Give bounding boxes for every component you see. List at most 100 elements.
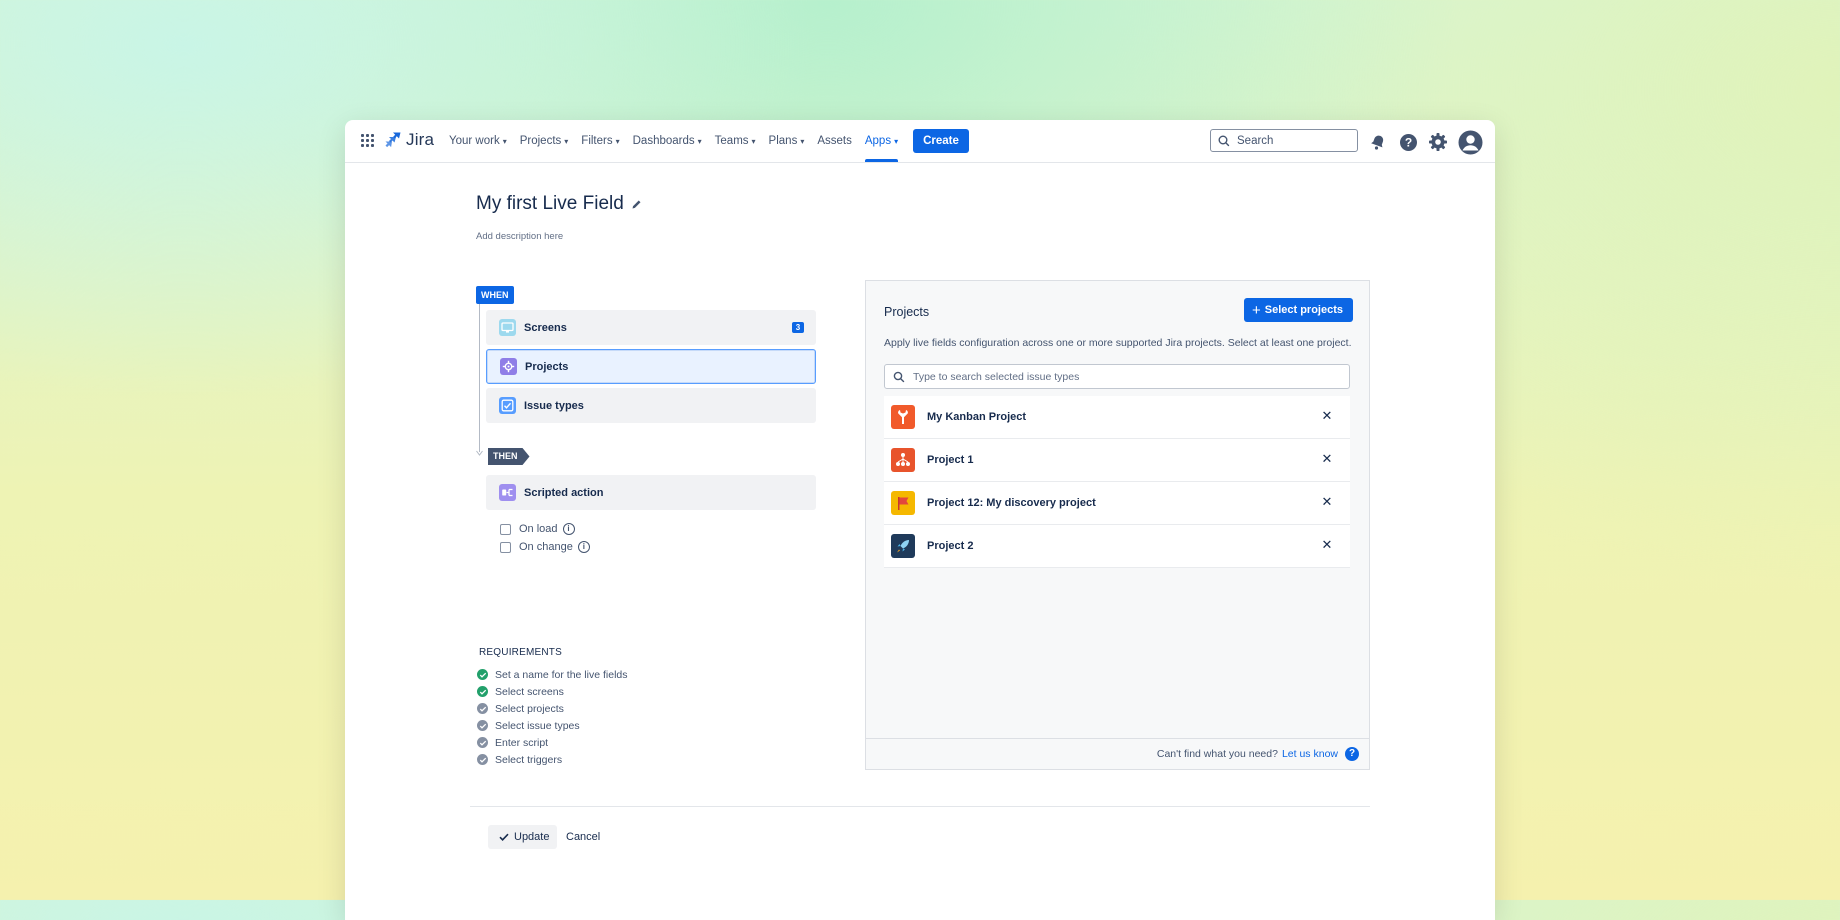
panel-title: Projects (884, 305, 930, 319)
profile-avatar-icon[interactable] (1457, 129, 1483, 155)
plus-icon: + (1251, 301, 1261, 319)
trigger-on-change[interactable]: On change i (500, 541, 590, 553)
remove-project-icon[interactable]: ✕ (1320, 452, 1334, 466)
step-label: Projects (525, 360, 569, 373)
top-right-icons: ? (1367, 129, 1483, 155)
selected-projects-list: My Kanban Project ✕ Project 1 ✕ Project … (884, 396, 1350, 568)
cancel-button[interactable]: Cancel (566, 825, 600, 849)
trigger-on-load[interactable]: On load i (500, 523, 575, 535)
check-circle-icon (477, 686, 488, 697)
chevron-down-icon: ▾ (697, 137, 702, 146)
project-name: My Kanban Project (927, 411, 1027, 423)
requirement-item: Select triggers (477, 751, 628, 768)
requirement-item: Enter script (477, 734, 628, 751)
nav-item-label: Your work (449, 135, 500, 147)
footer-text: Can't find what you need? (1156, 748, 1278, 760)
step-issue-types[interactable]: Issue types (486, 388, 816, 423)
global-search[interactable] (1210, 129, 1358, 152)
select-projects-button[interactable]: + Select projects (1243, 298, 1353, 322)
remove-project-icon[interactable]: ✕ (1320, 495, 1334, 509)
nav-item-dashboards[interactable]: Dashboards ▾ (633, 120, 702, 162)
on-change-checkbox[interactable] (500, 541, 511, 553)
requirement-label: Select issue types (495, 719, 580, 732)
let-us-know-link[interactable]: Let us know (1282, 748, 1338, 760)
chevron-down-icon: ▾ (564, 137, 569, 146)
screens-count-badge: 3 (792, 322, 804, 333)
trigger-label: On change (519, 541, 573, 553)
project-row: Project 2 ✕ (884, 525, 1350, 568)
nav-item-plans[interactable]: Plans ▾ (769, 120, 805, 162)
footer-divider (470, 806, 1370, 807)
requirement-label: Select projects (495, 702, 564, 715)
step-label: Issue types (524, 399, 584, 412)
pending-check-icon (477, 720, 488, 731)
nav-item-label: Teams (714, 135, 749, 147)
remove-project-icon[interactable]: ✕ (1320, 538, 1334, 552)
help-icon[interactable]: ? (1345, 747, 1359, 761)
help-icon[interactable]: ? (1397, 131, 1419, 153)
edit-pencil-icon[interactable] (631, 199, 642, 210)
nav-item-filters[interactable]: Filters ▾ (581, 120, 619, 162)
select-projects-label: Select projects (1264, 304, 1343, 316)
trigger-label: On load (519, 523, 558, 535)
nav-item-assets[interactable]: Assets (817, 120, 852, 162)
step-screens[interactable]: Screens 3 (486, 310, 816, 345)
page-title[interactable]: My first Live Field (476, 193, 624, 215)
description-field[interactable]: Add description here (476, 231, 563, 242)
project-row: My Kanban Project ✕ (884, 396, 1350, 439)
connector-arrow-icon (476, 450, 483, 456)
create-button[interactable]: Create (913, 129, 969, 153)
app-window: Jira Your work ▾ Projects ▾ Filters ▾ Dashboar… (345, 120, 1495, 920)
flow-connector-line (479, 304, 480, 452)
project-search-input[interactable] (911, 369, 1335, 384)
nav-item-projects[interactable]: Projects ▾ (520, 120, 569, 162)
requirement-label: Enter script (495, 736, 549, 749)
pending-check-icon (477, 703, 488, 714)
nav-item-apps[interactable]: Apps ▾ (864, 120, 899, 162)
chevron-down-icon: ▾ (502, 137, 507, 146)
info-icon[interactable]: i (577, 541, 590, 553)
requirement-item: Select issue types (477, 717, 628, 734)
step-scripted-action[interactable]: Scripted action (486, 475, 816, 510)
chevron-down-icon: ▾ (894, 137, 899, 146)
primary-nav: Your work ▾ Projects ▾ Filters ▾ Dashboards ▾ Te… (449, 120, 969, 162)
notifications-icon[interactable] (1367, 131, 1389, 153)
step-label: Scripted action (524, 486, 604, 499)
chevron-down-icon: ▾ (800, 137, 805, 146)
flag-avatar-icon (891, 491, 915, 515)
info-icon[interactable]: i (562, 523, 575, 535)
on-load-checkbox[interactable] (500, 523, 511, 535)
nav-item-label: Apps (864, 135, 892, 147)
remove-project-icon[interactable]: ✕ (1320, 409, 1334, 423)
update-button[interactable]: Update (488, 825, 558, 849)
projects-icon (500, 358, 517, 375)
search-input[interactable] (1235, 133, 1349, 148)
step-projects[interactable]: Projects (486, 349, 816, 384)
jira-logo[interactable]: Jira (384, 130, 434, 150)
nav-item-label: Dashboards (632, 135, 695, 147)
project-search[interactable] (884, 364, 1350, 389)
project-row: Project 12: My discovery project ✕ (884, 482, 1350, 525)
network-avatar-icon (891, 448, 915, 472)
when-badge: WHEN (476, 286, 514, 304)
requirement-item: Select projects (477, 700, 628, 717)
nav-item-label: Filters (581, 135, 613, 147)
requirement-label: Select triggers (495, 753, 563, 766)
chevron-down-icon: ▾ (615, 137, 620, 146)
requirement-label: Set a name for the live fields (495, 668, 628, 681)
pending-check-icon (477, 754, 488, 765)
app-switcher-icon[interactable] (361, 134, 375, 148)
nav-item-label: Assets (817, 135, 852, 147)
checkmark-icon (499, 833, 509, 841)
projects-panel: Projects + Select projects Apply live fi… (865, 280, 1370, 770)
search-icon (1218, 135, 1230, 146)
pending-check-icon (477, 737, 488, 748)
settings-icon[interactable] (1427, 131, 1449, 153)
nav-item-label: Projects (519, 135, 562, 147)
screen-icon (499, 319, 516, 336)
nav-item-teams[interactable]: Teams ▾ (715, 120, 756, 162)
wrench-avatar-icon (891, 405, 915, 429)
svg-text:?: ? (1404, 135, 1411, 149)
nav-item-your-work[interactable]: Your work ▾ (449, 120, 507, 162)
jira-logo-icon (385, 132, 401, 148)
